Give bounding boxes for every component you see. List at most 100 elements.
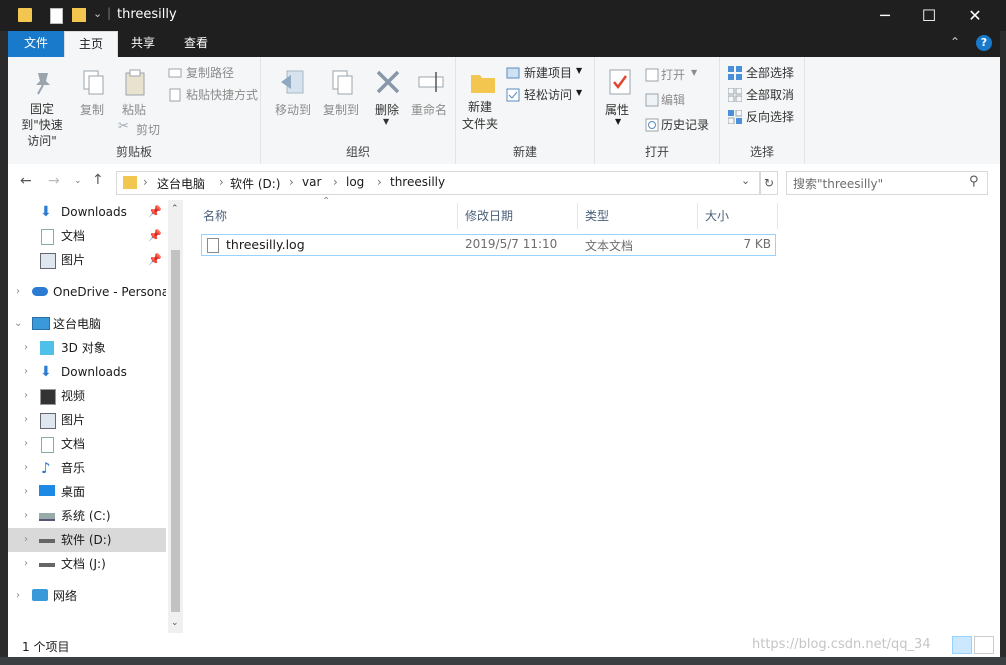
- pin-icon[interactable]: 📌: [148, 200, 162, 224]
- search-input[interactable]: 搜索"threesilly": [793, 175, 883, 192]
- cut-button[interactable]: 剪切: [136, 121, 160, 138]
- properties-button[interactable]: 属性: [605, 101, 629, 118]
- nav-item-network[interactable]: › 网络: [8, 584, 166, 608]
- chevron-down-icon[interactable]: ⌄: [93, 7, 102, 20]
- open-dropdown-icon[interactable]: ▼: [691, 68, 697, 77]
- pin-icon[interactable]: 📌: [148, 224, 162, 248]
- new-item-button[interactable]: 新建项目: [524, 64, 572, 81]
- chevron-right-icon[interactable]: ›: [24, 504, 28, 528]
- back-icon[interactable]: ←: [20, 173, 32, 189]
- breadcrumb-separator[interactable]: ›: [333, 175, 338, 189]
- paste-button[interactable]: 粘贴: [122, 101, 146, 118]
- search-icon[interactable]: ⚲: [969, 174, 979, 189]
- chevron-right-icon[interactable]: ›: [24, 384, 28, 408]
- paste-shortcut-button[interactable]: 粘贴快捷方式: [186, 86, 258, 103]
- copy-path-button[interactable]: 复制路径: [186, 64, 234, 81]
- chevron-right-icon[interactable]: ›: [24, 552, 28, 576]
- breadcrumb-separator[interactable]: ›: [289, 175, 294, 189]
- nav-item-3d-objects[interactable]: › 3D 对象: [8, 336, 166, 360]
- column-header-modified[interactable]: 修改日期: [465, 203, 578, 229]
- properties-quick-icon[interactable]: [50, 8, 63, 24]
- chevron-right-icon[interactable]: ›: [24, 336, 28, 360]
- breadcrumb-threesilly[interactable]: threesilly: [390, 175, 445, 189]
- search-box[interactable]: 搜索"threesilly" ⚲: [786, 171, 988, 195]
- edit-button[interactable]: 编辑: [661, 91, 685, 108]
- select-none-button[interactable]: 全部取消: [746, 86, 794, 103]
- nav-item-desktop[interactable]: › 桌面: [8, 480, 166, 504]
- breadcrumb-var[interactable]: var: [302, 175, 321, 189]
- breadcrumb-this-pc[interactable]: 这台电脑: [157, 175, 205, 192]
- nav-item-drive-d[interactable]: › 软件 (D:): [8, 528, 166, 552]
- column-header-name[interactable]: 名称: [203, 203, 458, 229]
- nav-item-pc-pictures[interactable]: › 图片: [8, 408, 166, 432]
- maximize-button[interactable]: ☐: [906, 0, 952, 31]
- delete-button[interactable]: 删除: [375, 101, 399, 118]
- delete-dropdown-icon[interactable]: ▼: [383, 117, 389, 126]
- chevron-right-icon[interactable]: ›: [24, 432, 28, 456]
- easy-access-button[interactable]: 轻松访问: [524, 86, 572, 103]
- rename-button[interactable]: 重命名: [411, 101, 447, 118]
- copy-button[interactable]: 复制: [80, 101, 104, 118]
- nav-item-pc-documents[interactable]: › 文档: [8, 432, 166, 456]
- tab-share[interactable]: 共享: [118, 31, 168, 57]
- chevron-right-icon[interactable]: ›: [24, 360, 28, 384]
- refresh-icon[interactable]: ↻: [760, 171, 778, 195]
- history-button[interactable]: 历史记录: [661, 116, 709, 133]
- address-bar[interactable]: › 这台电脑 › 软件 (D:) › var › log › threesill…: [116, 171, 760, 195]
- column-header-type[interactable]: 类型: [585, 203, 698, 229]
- breadcrumb-log[interactable]: log: [346, 175, 364, 189]
- nav-scrollbar[interactable]: ⌃ ⌄: [168, 200, 183, 633]
- open-button[interactable]: 打开: [661, 66, 685, 83]
- nav-item-videos[interactable]: › 视频: [8, 384, 166, 408]
- chevron-right-icon[interactable]: ›: [24, 480, 28, 504]
- chevron-right-icon[interactable]: ›: [16, 280, 20, 304]
- collapse-ribbon-icon[interactable]: ⌃: [950, 35, 960, 49]
- nav-item-drive-c[interactable]: › 系统 (C:): [8, 504, 166, 528]
- nav-item-documents[interactable]: 文档 📌: [8, 224, 166, 248]
- details-view-icon[interactable]: [952, 636, 972, 654]
- breadcrumb-drive-d[interactable]: 软件 (D:): [230, 175, 280, 192]
- nav-item-this-pc[interactable]: ⌄ 这台电脑: [8, 312, 166, 336]
- tab-file[interactable]: 文件: [8, 31, 64, 57]
- scroll-up-icon[interactable]: ⌃: [171, 204, 179, 214]
- easy-access-dropdown-icon[interactable]: ▼: [576, 88, 582, 97]
- column-header-size[interactable]: 大小: [705, 203, 778, 229]
- breadcrumb-separator[interactable]: ›: [219, 175, 224, 189]
- pin-quick-access-button[interactable]: 固定到"快速访问": [16, 101, 68, 149]
- pin-icon[interactable]: 📌: [148, 248, 162, 272]
- chevron-right-icon[interactable]: ›: [16, 584, 20, 608]
- chevron-right-icon[interactable]: ›: [24, 528, 28, 552]
- chevron-right-icon[interactable]: ›: [24, 456, 28, 480]
- scrollbar-thumb[interactable]: [171, 250, 180, 612]
- nav-item-music[interactable]: › ♪ 音乐: [8, 456, 166, 480]
- tab-view[interactable]: 查看: [170, 31, 222, 57]
- large-icons-view-icon[interactable]: [974, 636, 994, 654]
- nav-item-pictures[interactable]: 图片 📌: [8, 248, 166, 272]
- scroll-down-icon[interactable]: ⌄: [171, 618, 179, 628]
- nav-item-drive-j[interactable]: › 文档 (J:): [8, 552, 166, 576]
- close-button[interactable]: ✕: [952, 0, 998, 31]
- table-row[interactable]: threesilly.log 2019/5/7 11:10 文本文档 7 KB: [201, 234, 776, 256]
- new-folder-quick-icon[interactable]: [72, 8, 86, 22]
- chevron-down-icon[interactable]: ⌄: [14, 312, 22, 336]
- up-icon[interactable]: ↑: [92, 172, 104, 188]
- chevron-right-icon[interactable]: ›: [24, 408, 28, 432]
- properties-dropdown-icon[interactable]: ▼: [615, 117, 621, 126]
- new-folder-button[interactable]: 新建 文件夹: [462, 99, 498, 133]
- new-item-dropdown-icon[interactable]: ▼: [576, 66, 582, 75]
- recent-locations-icon[interactable]: ⌄: [74, 176, 82, 186]
- breadcrumb-separator[interactable]: ›: [143, 175, 148, 189]
- breadcrumb-separator[interactable]: ›: [377, 175, 382, 189]
- tab-home[interactable]: 主页: [64, 31, 118, 58]
- help-icon[interactable]: ?: [976, 35, 992, 51]
- nav-item-pc-downloads[interactable]: › ⬇ Downloads: [8, 360, 166, 384]
- copy-to-button[interactable]: 复制到: [323, 101, 359, 118]
- address-dropdown-icon[interactable]: ⌄: [741, 174, 750, 187]
- move-to-button[interactable]: 移动到: [275, 101, 311, 118]
- select-all-button[interactable]: 全部选择: [746, 64, 794, 81]
- nav-item-downloads[interactable]: ⬇ Downloads 📌: [8, 200, 166, 224]
- minimize-button[interactable]: ─: [862, 0, 908, 31]
- nav-item-onedrive[interactable]: › OneDrive - Persona: [8, 280, 166, 304]
- forward-icon[interactable]: →: [48, 173, 60, 189]
- invert-selection-button[interactable]: 反向选择: [746, 108, 794, 125]
